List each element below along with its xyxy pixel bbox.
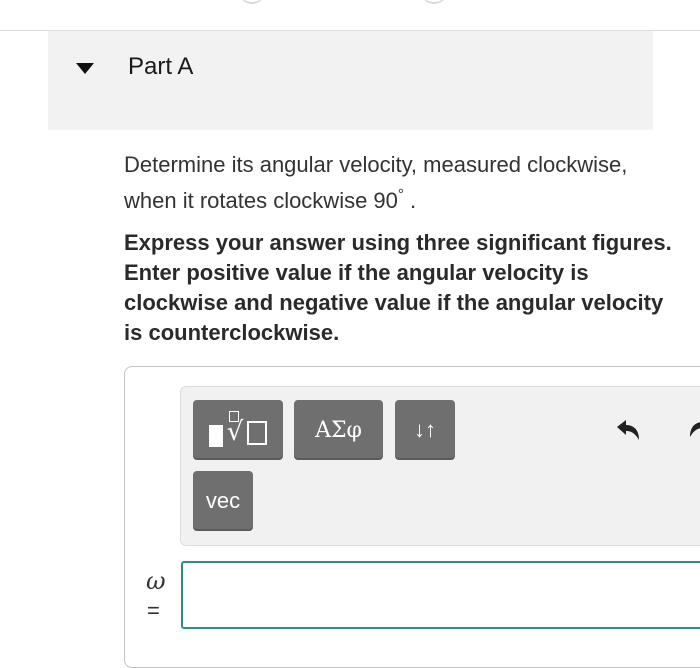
undo-icon[interactable] [612, 414, 644, 446]
templates-icon: √ [208, 411, 268, 447]
part-title: Part A [128, 53, 194, 80]
question-text: Determine its angular velocity, measured… [124, 150, 664, 216]
answer-input[interactable] [181, 561, 700, 629]
part-a-header[interactable]: Part A [48, 31, 653, 130]
decorative-arc [238, 0, 266, 4]
equals-sign: = [147, 598, 160, 623]
question-period: . [410, 188, 417, 213]
collapse-caret-icon[interactable] [76, 63, 94, 74]
symbols-button[interactable]: ΑΣφ [294, 400, 383, 460]
question-body: Determine its angular velocity, measured… [124, 152, 628, 213]
decorative-arc [420, 0, 448, 4]
templates-button[interactable]: √ [193, 400, 283, 460]
arrows-button[interactable]: ↓↑ [395, 400, 455, 460]
answer-instructions: Express your answer using three signific… [124, 230, 672, 345]
redo-icon[interactable] [686, 414, 700, 446]
degree-symbol: ° [397, 186, 404, 203]
top-strip [0, 0, 700, 31]
answer-variable: ω [146, 567, 166, 595]
vec-button[interactable]: vec [193, 471, 253, 531]
